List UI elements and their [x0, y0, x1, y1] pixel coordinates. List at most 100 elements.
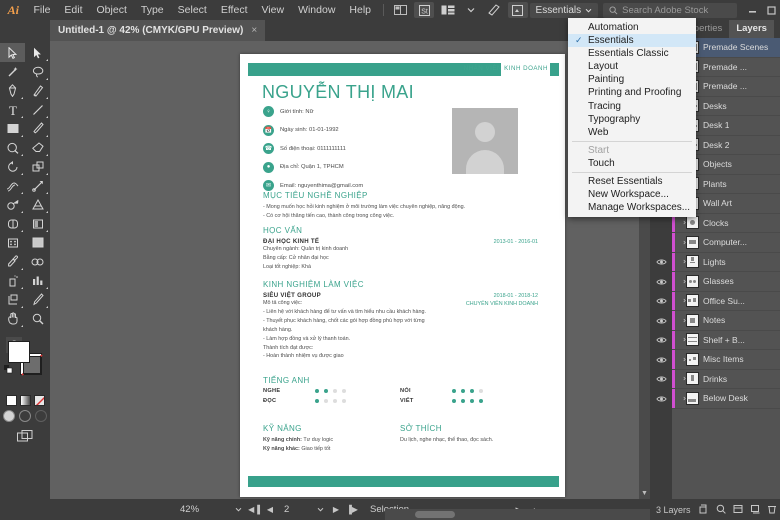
layer-row[interactable]: Shelf + B...	[672, 330, 780, 350]
menu-file[interactable]: File	[27, 0, 58, 20]
layer-row[interactable]: Below Desk	[672, 389, 780, 409]
bridge-icon[interactable]: St	[414, 2, 434, 18]
direct-selection-tool[interactable]	[25, 43, 50, 62]
workspace-menu-item[interactable]: Manage Workspaces...	[568, 201, 696, 214]
close-icon[interactable]: ×	[251, 25, 257, 36]
canvas-horizontal-scrollbar[interactable]	[385, 509, 650, 520]
draw-inside-button[interactable]	[35, 410, 47, 422]
layer-row[interactable]: Misc Items	[672, 350, 780, 370]
workspace-menu-item[interactable]: Tracing	[568, 100, 696, 113]
zoom-level-field[interactable]: 42%	[170, 504, 230, 515]
curvature-tool[interactable]	[25, 81, 50, 100]
magic-wand-tool[interactable]	[0, 62, 25, 81]
pencil-tool[interactable]	[25, 290, 50, 309]
type-tool[interactable]: T	[0, 100, 25, 119]
none-fill-button[interactable]	[33, 395, 45, 406]
eye-icon[interactable]	[650, 292, 672, 312]
gradient-tool[interactable]	[25, 214, 50, 233]
layer-row[interactable]: Glasses	[672, 272, 780, 292]
blend-tool[interactable]	[25, 252, 50, 271]
hand-tool[interactable]	[0, 309, 25, 328]
menu-help[interactable]: Help	[342, 0, 378, 20]
workspace-menu-item[interactable]: Typography	[568, 113, 696, 126]
rotate-tool[interactable]	[0, 157, 25, 176]
draw-behind-button[interactable]	[19, 410, 31, 422]
previous-artboard-button[interactable]: ◀	[262, 505, 278, 514]
selection-tool[interactable]	[0, 43, 25, 62]
rectangle-tool[interactable]	[0, 119, 25, 138]
artboard-number-field[interactable]: 2	[278, 504, 312, 515]
symbol-sprayer-tool[interactable]	[0, 271, 25, 290]
eye-icon[interactable]	[650, 253, 672, 273]
document-tab[interactable]: Untitled-1 @ 42% (CMYK/GPU Preview) ×	[50, 20, 266, 41]
brush-swatch-icon[interactable]	[485, 2, 504, 18]
layer-row[interactable]: Office Su...	[672, 291, 780, 311]
width-tool[interactable]	[0, 176, 25, 195]
workspace-switcher[interactable]: Essentials	[529, 2, 599, 18]
shaper-tool[interactable]	[0, 138, 25, 157]
layer-row[interactable]: Computer...	[672, 233, 780, 253]
menu-window[interactable]: Window	[291, 0, 342, 20]
menu-effect[interactable]: Effect	[214, 0, 255, 20]
layer-row[interactable]: Drinks	[672, 369, 780, 389]
zoom-tool[interactable]	[25, 309, 50, 328]
paintbrush-tool[interactable]	[25, 119, 50, 138]
horizontal-scroll-thumb[interactable]	[415, 511, 455, 518]
workspace-menu-item[interactable]: Layout	[568, 60, 696, 73]
eye-icon[interactable]	[650, 389, 672, 409]
workspace-menu-item[interactable]: Touch	[568, 157, 696, 170]
search-adobe-stock[interactable]: Search Adobe Stock	[603, 2, 738, 18]
scroll-down-icon[interactable]: ▼	[639, 488, 650, 499]
eye-icon[interactable]	[650, 272, 672, 292]
slice-tool[interactable]	[0, 290, 25, 309]
pen-tool[interactable]	[0, 81, 25, 100]
free-transform-tool[interactable]	[25, 176, 50, 195]
artboard-dropdown-icon[interactable]	[312, 505, 328, 514]
change-screen-mode-button[interactable]	[0, 430, 50, 442]
workspace-menu-item[interactable]: Reset Essentials	[568, 175, 696, 188]
workspace-menu-item[interactable]: Web	[568, 126, 696, 139]
shape-builder-tool[interactable]	[0, 195, 25, 214]
last-artboard-button[interactable]: ▐▶	[344, 505, 360, 514]
menu-select[interactable]: Select	[171, 0, 214, 20]
eye-icon[interactable]	[650, 350, 672, 370]
tab-libraries[interactable]: Libraries	[774, 20, 780, 38]
delete-layer-icon[interactable]	[763, 504, 780, 516]
create-new-layer-icon[interactable]	[746, 504, 763, 516]
mesh-tool[interactable]	[0, 214, 25, 233]
create-sublayer-icon[interactable]	[729, 504, 746, 516]
next-artboard-button[interactable]: ▶	[328, 505, 344, 514]
screen-mode-icon[interactable]	[438, 2, 457, 18]
lasso-tool[interactable]	[25, 62, 50, 81]
chevron-down-icon[interactable]	[461, 2, 480, 18]
menu-type[interactable]: Type	[134, 0, 171, 20]
eye-icon[interactable]	[650, 331, 672, 351]
menu-object[interactable]: Object	[90, 0, 134, 20]
locate-object-icon[interactable]	[695, 504, 712, 516]
zoom-dropdown-icon[interactable]	[230, 505, 246, 514]
maximize-icon[interactable]	[762, 1, 780, 19]
draw-normal-button[interactable]	[3, 410, 15, 422]
stock-icon[interactable]	[508, 2, 528, 18]
eye-icon[interactable]	[650, 233, 672, 253]
artboard-page[interactable]: NHÂN VIÊN KINH DOANH NGUYỄN THỊ MAI ♀ Gi…	[240, 54, 565, 497]
scale-tool[interactable]	[25, 157, 50, 176]
menu-view[interactable]: View	[254, 0, 291, 20]
column-graph-tool[interactable]	[25, 271, 50, 290]
eye-icon[interactable]	[650, 370, 672, 390]
tab-layers[interactable]: Layers	[729, 20, 774, 38]
eraser-tool[interactable]	[25, 138, 50, 157]
workspace-menu-item[interactable]: New Workspace...	[568, 188, 696, 201]
line-segment-tool[interactable]	[25, 100, 50, 119]
color-fill-button[interactable]	[5, 395, 17, 406]
workspace-menu-item[interactable]: Essentials Classic	[568, 47, 696, 60]
minimize-icon[interactable]	[743, 1, 761, 19]
menu-edit[interactable]: Edit	[57, 0, 89, 20]
workspace-menu-item[interactable]: Essentials	[568, 34, 696, 47]
document-canvas[interactable]: NHÂN VIÊN KINH DOANH NGUYỄN THỊ MAI ♀ Gi…	[50, 41, 650, 499]
make-clipping-mask-icon[interactable]	[712, 504, 729, 516]
arrange-documents-icon[interactable]	[391, 2, 410, 18]
first-artboard-button[interactable]: ◀▐	[246, 505, 262, 514]
workspace-menu-item[interactable]: Painting	[568, 73, 696, 86]
artboard-tool[interactable]	[25, 233, 50, 252]
